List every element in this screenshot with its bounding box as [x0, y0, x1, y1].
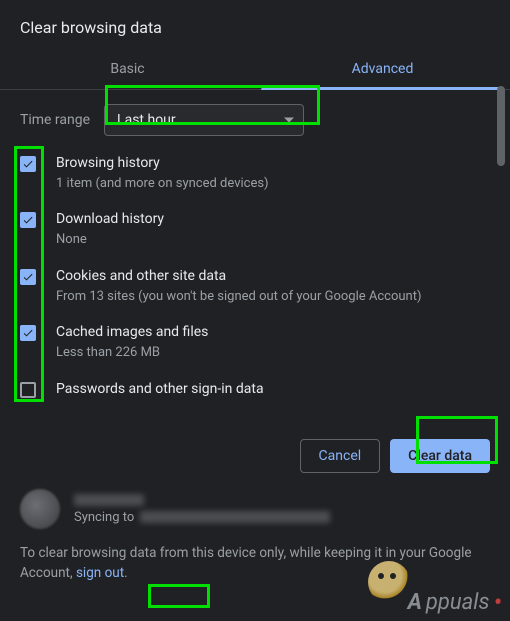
check-icon: [22, 214, 34, 226]
time-range-label: Time range: [20, 112, 90, 128]
footer-text: To clear browsing data from this device …: [20, 543, 490, 584]
checkbox-cookies[interactable]: [20, 269, 36, 285]
checkbox-download-history[interactable]: [20, 212, 36, 228]
sign-out-link[interactable]: sign out: [76, 565, 124, 581]
option-sub: None: [56, 231, 164, 249]
option-sub: Less than 226 MB: [56, 344, 208, 362]
option-browsing-history[interactable]: Browsing history 1 item (and more on syn…: [20, 154, 490, 192]
chevron-down-icon: [284, 118, 294, 123]
avatar: [20, 489, 60, 529]
account-email-redacted: [140, 511, 330, 523]
time-range-select[interactable]: Last hour: [104, 104, 304, 136]
option-title: Cached images and files: [56, 323, 208, 342]
option-sub: 1 item (and more on synced devices): [56, 175, 269, 193]
highlight-box: [148, 584, 210, 608]
dialog-title: Clear browsing data: [0, 0, 510, 51]
checkbox-passwords[interactable]: [20, 382, 36, 398]
watermark: Appuals•: [408, 590, 502, 615]
option-title: Cookies and other site data: [56, 267, 421, 286]
option-title: Download history: [56, 210, 164, 229]
checkbox-cached[interactable]: [20, 325, 36, 341]
content-area: Time range Last hour Browsing history 1 …: [0, 90, 510, 425]
option-cached[interactable]: Cached images and files Less than 226 MB: [20, 323, 490, 361]
checkbox-browsing-history[interactable]: [20, 156, 36, 172]
option-cookies[interactable]: Cookies and other site data From 13 site…: [20, 267, 490, 305]
mascot-icon: [368, 561, 410, 603]
time-range-value: Last hour: [117, 112, 176, 128]
account-row: Syncing to: [20, 489, 490, 529]
cancel-button[interactable]: Cancel: [300, 439, 381, 473]
check-icon: [22, 327, 34, 339]
check-icon: [22, 158, 34, 170]
option-title: Browsing history: [56, 154, 269, 173]
footer: Syncing to To clear browsing data from t…: [0, 483, 510, 584]
account-name-redacted: [74, 494, 144, 506]
tabs: Basic Advanced: [0, 51, 510, 90]
check-icon: [22, 271, 34, 283]
option-sub: From 13 sites (you won't be signed out o…: [56, 288, 421, 306]
option-title: Passwords and other sign-in data: [56, 380, 264, 399]
option-passwords[interactable]: Passwords and other sign-in data: [20, 380, 490, 399]
button-row: Cancel Clear data: [0, 425, 510, 483]
syncing-label: Syncing to: [74, 510, 134, 525]
scrollbar[interactable]: [494, 86, 508, 461]
option-download-history[interactable]: Download history None: [20, 210, 490, 248]
tab-basic[interactable]: Basic: [0, 51, 255, 89]
tab-advanced[interactable]: Advanced: [255, 51, 510, 89]
clear-data-button[interactable]: Clear data: [390, 439, 490, 473]
